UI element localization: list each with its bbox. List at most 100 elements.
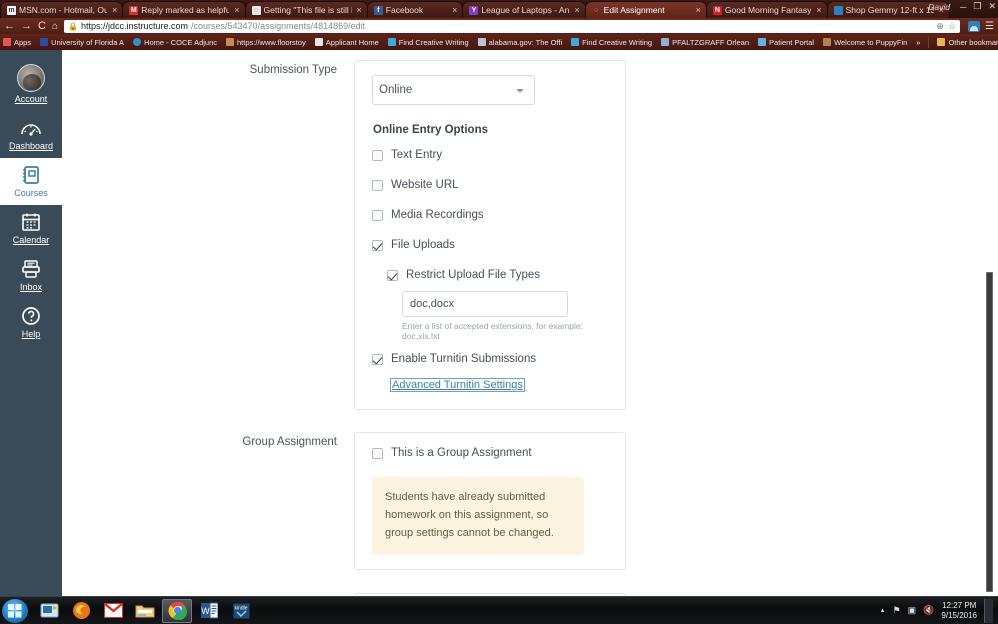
taskbar-file-explorer[interactable]	[130, 599, 160, 623]
sidebar-item-dashboard[interactable]: Dashboard	[0, 111, 62, 158]
bookmark-item[interactable]: Find Creative Writing	[571, 38, 652, 47]
bookmark-star-icon[interactable]: ☆	[948, 21, 956, 32]
window-maximize-button[interactable]: ❐	[973, 1, 981, 12]
taskbar-kindle[interactable]: kindle	[226, 599, 256, 623]
chrome-menu-icon[interactable]: ☰	[985, 21, 994, 32]
show-hidden-icons-button[interactable]: ▲	[880, 608, 886, 614]
browser-tab[interactable]: m MSN.com - Hotmail, Ou ×	[0, 1, 123, 18]
sidebar-item-label: Calendar	[13, 235, 50, 245]
taskbar-firefox[interactable]	[66, 599, 96, 623]
forward-icon[interactable]: →	[21, 21, 32, 32]
tab-favicon: ◌	[252, 6, 261, 15]
sidebar-item-label: Dashboard	[9, 141, 53, 151]
svg-text:W: W	[201, 606, 210, 616]
checkbox-row-restrict-file-types[interactable]: Restrict Upload File Types	[387, 269, 608, 281]
page-scrollbar[interactable]	[986, 272, 993, 592]
website-url-checkbox[interactable]	[372, 180, 383, 191]
checkbox-row-turnitin[interactable]: Enable Turnitin Submissions	[372, 353, 608, 365]
network-icon[interactable]: ⚑	[893, 605, 901, 616]
bookmark-item[interactable]: Patient Portal	[758, 38, 814, 47]
action-center-icon[interactable]: ▣	[908, 605, 917, 616]
window-minimize-button[interactable]: ─	[960, 2, 966, 12]
bookmark-item[interactable]: alabama.gov: The Offi	[478, 38, 563, 47]
start-button[interactable]	[2, 599, 28, 623]
bookmark-item[interactable]: https://www.floorstoy	[226, 38, 306, 47]
peer-reviews-panel: Require Peer Reviews	[354, 593, 626, 596]
tab-close-icon[interactable]: ×	[696, 5, 701, 15]
bookmark-item[interactable]: Applicant Home	[315, 38, 379, 47]
window-close-button[interactable]: ✕	[988, 1, 996, 12]
sidebar-item-account[interactable]: Account	[0, 58, 62, 111]
submission-type-label: Submission Type	[62, 60, 354, 410]
bookmark-item[interactable]: Apps	[3, 38, 31, 47]
question-circle-icon	[19, 305, 43, 327]
file-uploads-checkbox[interactable]	[372, 240, 383, 251]
chrome-browser-window: m MSN.com - Hotmail, Ou × M Reply marked…	[0, 0, 998, 596]
tab-close-icon[interactable]: ×	[357, 5, 362, 15]
other-bookmarks-folder[interactable]: Other bookmarks	[937, 38, 998, 47]
browser-tab[interactable]: M Reply marked as helpful ×	[122, 1, 245, 18]
profile-avatar-icon[interactable]	[968, 21, 980, 32]
advanced-turnitin-settings-link[interactable]: Advanced Turnitin Settings	[390, 378, 525, 392]
browser-tab[interactable]: N Good Morning Fantasy ×	[706, 1, 828, 18]
restrict-file-types-label: Restrict Upload File Types	[406, 269, 540, 281]
browser-tab-active[interactable]: ○ Edit Assignment ×	[585, 1, 707, 18]
bookmark-item[interactable]: Find Creative Writing	[388, 38, 469, 47]
browser-tab[interactable]: ◌ Getting "This file is still b ×	[245, 1, 368, 18]
avatar	[17, 64, 45, 92]
checkbox-row-group-assignment[interactable]: This is a Group Assignment	[372, 447, 608, 459]
bookmark-item[interactable]: Welcome to PuppyFin	[823, 38, 907, 47]
zoom-icon[interactable]: ⊕	[936, 21, 944, 32]
checkbox-row-text-entry[interactable]: Text Entry	[372, 149, 608, 161]
browser-tab[interactable]: Y League of Laptops - Ans ×	[462, 1, 585, 18]
tab-favicon: ○	[592, 6, 601, 15]
tab-close-icon[interactable]: ×	[234, 5, 239, 15]
window-user-label[interactable]: David	[928, 2, 950, 12]
back-icon[interactable]: ←	[4, 21, 15, 32]
checkbox-row-website-url[interactable]: Website URL	[372, 179, 608, 191]
taskbar-windows-media-center[interactable]	[34, 599, 64, 623]
group-settings-locked-alert: Students have already submitted homework…	[372, 477, 584, 555]
taskbar-gmail[interactable]	[98, 599, 128, 623]
tab-close-icon[interactable]: ×	[452, 5, 457, 15]
file-uploads-label: File Uploads	[391, 239, 455, 251]
bookmark-item[interactable]: University of Florida A	[40, 38, 124, 47]
group-assignment-checkbox[interactable]	[372, 448, 383, 459]
checkbox-row-media-recordings[interactable]: Media Recordings	[372, 209, 608, 221]
sidebar-item-courses[interactable]: Courses	[0, 158, 62, 205]
reload-icon[interactable]: C	[38, 21, 46, 32]
sidebar-item-calendar[interactable]: Calendar	[0, 205, 62, 252]
show-desktop-button[interactable]	[984, 599, 993, 623]
text-entry-checkbox[interactable]	[372, 150, 383, 161]
taskbar-google-chrome[interactable]	[162, 599, 192, 623]
home-icon[interactable]: ⌂	[52, 21, 58, 32]
volume-muted-icon[interactable]: 🔇	[923, 605, 934, 616]
assignment-edit-form: Submission Type Online Online Entry Opti…	[62, 50, 998, 596]
address-bar[interactable]: 🔒 https://jdcc.instructure.com/courses/5…	[64, 20, 960, 33]
peer-reviews-row: Peer Reviews Require Peer Reviews	[62, 593, 998, 596]
svg-text:kindle: kindle	[234, 605, 247, 611]
allowed-extensions-hint: Enter a list of accepted extensions, for…	[402, 321, 608, 341]
apps-grid-icon	[3, 38, 11, 46]
media-recordings-label: Media Recordings	[391, 209, 484, 221]
sidebar-item-label: Courses	[14, 188, 48, 198]
tab-close-icon[interactable]: ×	[112, 5, 117, 15]
sidebar-item-inbox[interactable]: Inbox	[0, 252, 62, 299]
submission-type-select[interactable]: Online	[372, 75, 535, 105]
clock[interactable]: 12:27 PM 9/15/2016	[941, 601, 977, 621]
allowed-extensions-input[interactable]	[402, 291, 568, 317]
browser-tab[interactable]: f Facebook ×	[367, 1, 464, 18]
tab-title: Reply marked as helpful	[141, 5, 229, 15]
checkbox-row-file-uploads[interactable]: File Uploads	[372, 239, 608, 251]
sidebar-item-help[interactable]: Help	[0, 299, 62, 346]
taskbar-microsoft-word[interactable]: W	[194, 599, 224, 623]
media-recordings-checkbox[interactable]	[372, 210, 383, 221]
bookmark-item[interactable]: PFALTZGRAFF Orlean	[661, 38, 749, 47]
restrict-file-types-checkbox[interactable]	[387, 270, 398, 281]
bookmarks-overflow-icon[interactable]: »	[916, 38, 920, 47]
turnitin-checkbox[interactable]	[372, 354, 383, 365]
bookmark-item[interactable]: Home - COCE Adjunc	[133, 38, 217, 47]
tab-title: League of Laptops - Ans	[481, 5, 569, 15]
tab-close-icon[interactable]: ×	[816, 5, 821, 15]
tab-close-icon[interactable]: ×	[574, 5, 579, 15]
